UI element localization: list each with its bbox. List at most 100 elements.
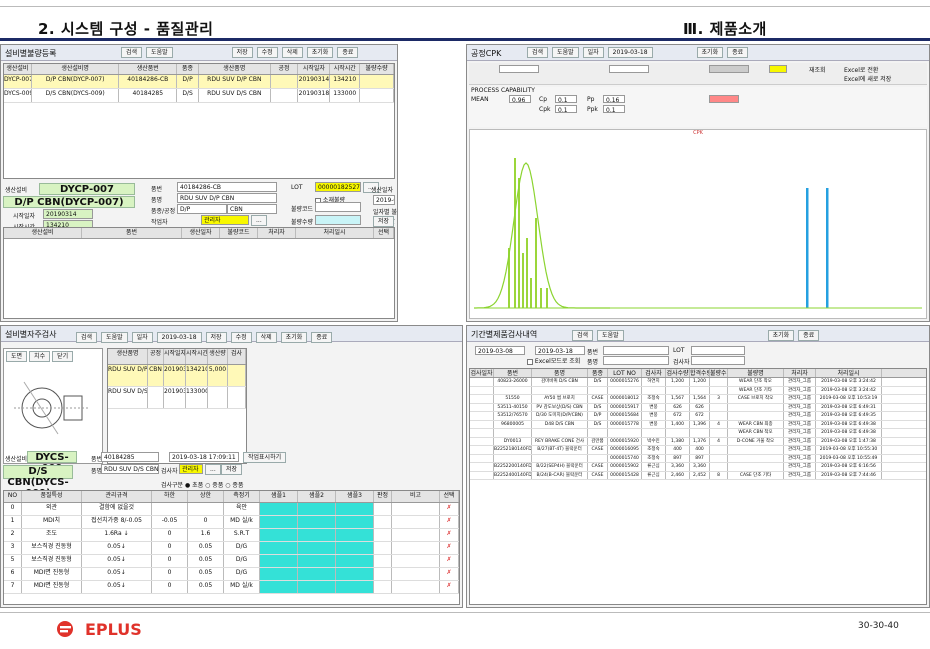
reset-button[interactable]: 초기화 [696,47,724,58]
help-button[interactable]: 도움말 [597,330,624,341]
col-header[interactable]: 불량코드 [220,228,258,238]
tab-drawing[interactable]: 도면 [6,351,28,362]
table-row[interactable]: 2 조도 1.6Ra ↓ 0 1.6 S.R.T ✗ [4,529,459,542]
cell[interactable] [260,503,298,515]
delete-button[interactable]: 삭제 [255,332,277,343]
excel-mode-checkbox[interactable]: Excel모드로 조회 [527,356,580,365]
col-header[interactable]: 상한 [188,491,224,502]
table-row[interactable]: 5 보스직경 진동형 0.05↓ 0 0.05 D/G ✗ [4,555,459,568]
col-header[interactable]: 샘플2 [298,491,336,502]
cell[interactable] [298,529,336,541]
close-button[interactable]: 종료 [337,47,359,58]
col-header[interactable]: 불량수량 [710,369,728,377]
cell[interactable] [298,503,336,515]
radio-middle[interactable]: ○ 중품 [205,482,223,489]
save-button[interactable]: 저장 [231,47,253,58]
cell[interactable] [260,542,298,554]
col-header[interactable]: 선택 [440,491,459,502]
table-row[interactable]: B2252200140FDB B/22(SEP4H) 블락운터 CASE 000001… [470,463,926,472]
cell[interactable] [336,555,374,567]
col-header[interactable]: 품번 [82,228,182,238]
col-header[interactable]: 처리자 [784,369,816,377]
table-row[interactable]: RDU SUV D/S CBN 20190318 133000 [108,387,246,409]
filter-field[interactable] [499,65,539,73]
drawing-viewer[interactable]: 도면 치수 닫기 [3,348,103,464]
cell[interactable] [298,568,336,580]
table-row[interactable]: 96800005 D48 D/S CBN D/S 0000015778 변뭉 1,400 1… [470,420,926,429]
table-row[interactable]: 40823-26000 감마바퀴 D/S CBN D/S 0000015276 허연지 1… [470,378,926,387]
reset-button[interactable]: 초기화 [306,47,334,58]
col-header[interactable]: 불량명 [728,369,784,377]
table-row[interactable]: DYCS-009 D/S CBN(DYCS-009) 40184285 D/S … [4,89,394,103]
name-field[interactable] [603,356,669,365]
col-header[interactable]: 측정기 [224,491,260,502]
date-picker[interactable]: 2019-03-18 [156,332,202,343]
save-form-button[interactable]: 저장 [373,216,395,227]
table-row[interactable]: B2252400140FDB B/24(B-CAR) 블락운터 CASE 000001… [470,471,926,480]
cell[interactable] [336,581,374,593]
filter-area[interactable]: 재조회 Excel로 전환 Excel에 새로 저장 [469,63,927,85]
col-header[interactable]: 생산품명 [108,349,148,364]
col-header[interactable]: 생산설비 [4,64,32,74]
radio-first[interactable]: ● 초품 [185,482,203,489]
cell[interactable] [336,503,374,515]
col-header[interactable]: 생산량 [208,349,228,364]
type-field[interactable]: D/P [177,204,227,214]
tab-close[interactable]: 닫기 [52,351,74,362]
prod-date-field[interactable]: 2019-03-18 [373,195,395,205]
col-header[interactable]: 처리자 [258,228,296,238]
start-date-field[interactable]: 20190314 [43,209,93,219]
table-row[interactable]: 7 MDI면 진동형 0.05↓ 0 0.05 MD 실/k ✗ [4,581,459,594]
table-row[interactable]: WEAR 단조 기타 관리자_그룹 2019-03-08 오후 3:24:42 [470,386,926,395]
name-field[interactable]: RDU SUV D/S CBN [101,464,159,474]
inspector-field[interactable]: 관리자 [179,464,203,474]
col-header[interactable]: 시작시간 [330,64,361,74]
worker-field[interactable]: 관리자 [201,215,249,225]
col-header[interactable]: 관리규격 [82,491,152,502]
col-header[interactable]: 시작일자 [298,64,331,74]
filter-field[interactable] [609,65,649,73]
inspector-field[interactable] [691,356,745,365]
help-button[interactable]: 도움말 [552,47,579,58]
table-row[interactable]: WEAR CBN 착오 관리자_그룹 2019-03-08 오후 6:49:38 [470,429,926,438]
col-header[interactable]: 검사자 [642,369,666,377]
cell[interactable] [298,581,336,593]
col-header[interactable]: NO [4,491,22,502]
delete-button[interactable]: 삭제 [281,47,303,58]
datetime-field[interactable]: 2019-03-18 17:09:11 [169,452,239,462]
table-row[interactable]: 3 보스직경 진동형 0.05↓ 0 0.05 D/G ✗ [4,542,459,555]
col-header[interactable]: 합격수량 [690,369,710,377]
col-header[interactable]: 선택 [374,228,394,238]
defect-code-field[interactable] [315,202,361,212]
col-header[interactable]: 생산품명 [199,64,271,74]
search-button[interactable]: 검색 [527,47,549,58]
filter-field[interactable] [769,65,787,73]
col-header[interactable]: 판정 [374,491,392,502]
search-button[interactable]: 검색 [121,47,143,58]
col-header[interactable]: 검사수량 [666,369,690,377]
col-header[interactable]: 검사 [228,349,246,364]
close-button[interactable]: 종료 [798,330,820,341]
col-header[interactable]: 생산일자 [182,228,220,238]
cell[interactable] [260,516,298,528]
cell[interactable] [260,568,298,580]
excel-export-label[interactable]: Excel로 전환 [844,65,878,74]
save-form-button[interactable]: 저장 [221,464,243,475]
help-button[interactable]: 도움말 [101,332,128,343]
cell[interactable] [260,581,298,593]
reset-button[interactable]: 초기화 [280,332,308,343]
col-header[interactable]: LOT NO [608,369,642,377]
col-header[interactable]: 검사일자 [470,369,494,377]
part-field[interactable]: 40184286-CB [177,182,277,192]
edit-button[interactable]: 수정 [230,332,252,343]
cell[interactable] [336,516,374,528]
cell[interactable] [298,555,336,567]
col-header[interactable]: 품번 [494,369,532,377]
table-row[interactable]: RDU SUV D/P CBN CBN 20190314 134210 5,00… [108,365,246,387]
search-button[interactable]: 검색 [572,330,594,341]
table-row[interactable]: 53511-40150 PV 감도보상(D/S) CBN D/S 0000015917… [470,403,926,412]
col-header[interactable]: 생산품번 [119,64,178,74]
table-row[interactable]: 1 MDI치 접선치가중 8/-0.05 -0.05 0 MD 실/k ✗ [4,516,459,529]
col-header[interactable]: 품질특성 [22,491,82,502]
cell[interactable] [336,529,374,541]
